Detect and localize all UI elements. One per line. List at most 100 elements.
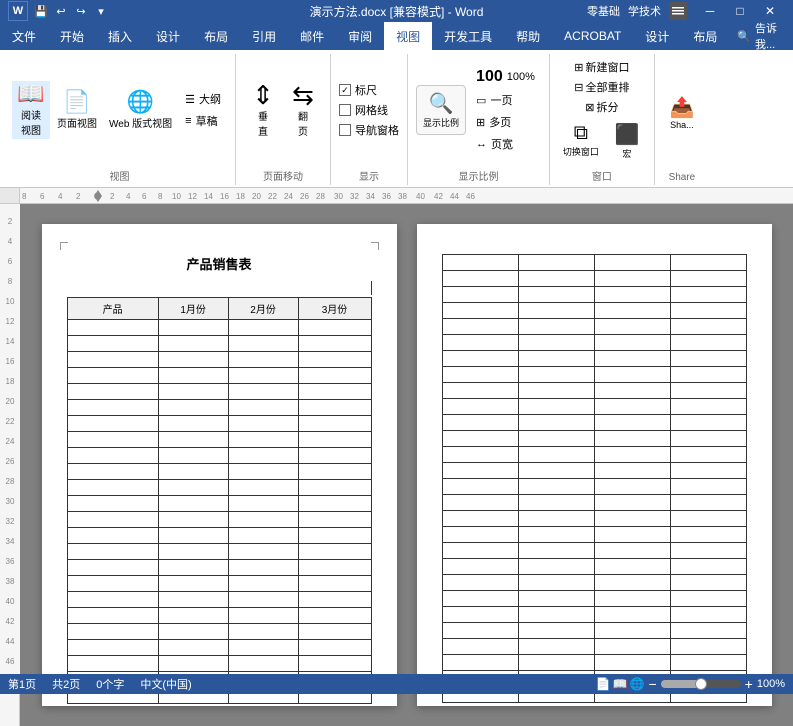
tab-table-layout[interactable]: 布局 xyxy=(681,22,729,50)
svg-text:32: 32 xyxy=(6,517,15,526)
tab-help[interactable]: 帮助 xyxy=(504,22,552,50)
title-bar-left: W 💾 ↩ ↪ ▾ xyxy=(8,1,110,21)
table-row xyxy=(442,527,746,543)
print-view-icon[interactable]: 📄 xyxy=(596,677,611,691)
table-row xyxy=(442,495,746,511)
page-corner-tr xyxy=(371,242,379,250)
svg-text:36: 36 xyxy=(382,192,391,201)
web-view-label: Web 版式视图 xyxy=(109,115,172,130)
tab-table-design[interactable]: 设计 xyxy=(633,22,681,50)
tab-design[interactable]: 设计 xyxy=(144,22,192,50)
zoom-group-label: 显示比例 xyxy=(458,166,498,185)
tab-insert[interactable]: 插入 xyxy=(96,22,144,50)
window-controls: ─ □ ✕ xyxy=(695,0,785,22)
ruler-checkbox-box[interactable] xyxy=(339,84,351,96)
svg-text:14: 14 xyxy=(6,337,15,346)
svg-text:8: 8 xyxy=(8,277,13,286)
svg-text:16: 16 xyxy=(220,192,229,201)
tab-review[interactable]: 审阅 xyxy=(336,22,384,50)
customize-quick-access-button[interactable]: ▾ xyxy=(92,2,110,20)
header-jan: 1月份 xyxy=(158,298,228,320)
maximize-button[interactable]: □ xyxy=(725,0,755,22)
account-link[interactable]: 零基础 xyxy=(587,3,620,19)
svg-text:20: 20 xyxy=(6,397,15,406)
window-buttons: ⊞ 新建窗口 ⊟ 全部重排 ⊠ 拆分 xyxy=(570,54,633,120)
tab-file[interactable]: 文件 xyxy=(0,22,48,50)
tab-references[interactable]: 引用 xyxy=(240,22,288,50)
svg-text:8: 8 xyxy=(158,192,163,201)
multi-page-button[interactable]: ⊞ 多页 xyxy=(470,112,517,132)
nav-pane-checkbox[interactable]: 导航窗格 xyxy=(339,122,399,138)
web-view-button[interactable]: 🌐 Web 版式视图 xyxy=(104,89,177,132)
gridlines-checkbox[interactable]: 网格线 xyxy=(339,102,399,118)
ruler-area: 8 6 4 2 0 2 4 6 8 10 12 14 16 18 20 22 2… xyxy=(0,188,793,204)
svg-text:40: 40 xyxy=(416,192,425,201)
arrange-all-button[interactable]: ⊟ 全部重排 xyxy=(570,78,633,96)
read-mode-icon[interactable]: 📖 xyxy=(613,677,628,691)
ruler-checkbox-label: 标尺 xyxy=(355,82,377,98)
tab-developer[interactable]: 开发工具 xyxy=(432,22,504,50)
one-page-icon: ▭ xyxy=(476,94,486,107)
table-row xyxy=(442,287,746,303)
web-view-icon-status[interactable]: 🌐 xyxy=(630,677,645,691)
outline-view-button[interactable]: ☰ 大纲 xyxy=(179,89,227,109)
macro-button[interactable]: ⬛ 宏 xyxy=(608,120,646,162)
new-window-icon: ⊞ xyxy=(574,61,583,74)
read-view-button[interactable]: 📖 阅读视图 xyxy=(12,81,50,139)
gridlines-checkbox-label: 网格线 xyxy=(355,102,388,118)
svg-text:8: 8 xyxy=(22,192,27,201)
tab-acrobat[interactable]: ACROBAT xyxy=(552,22,633,50)
zoom-slider-thumb[interactable] xyxy=(695,678,707,690)
zoom-percentage[interactable]: 100% xyxy=(757,678,785,690)
vertical-scroll-button[interactable]: ⇕ 垂直 xyxy=(244,80,282,140)
undo-button[interactable]: ↩ xyxy=(52,2,70,20)
table-row xyxy=(67,640,371,656)
document-area[interactable]: 产品销售表 产品 1月份 2月份 3月份 xyxy=(20,204,793,726)
learn-link[interactable]: 学技术 xyxy=(628,3,661,19)
tab-mailings[interactable]: 邮件 xyxy=(288,22,336,50)
zoom-options: 100 100% ▭ 一页 ⊞ 多页 ↔ 页宽 xyxy=(470,66,541,154)
zoom-100-button[interactable]: 100 100% xyxy=(470,66,541,88)
new-window-label: 新建窗口 xyxy=(586,59,630,75)
ribbon-collapse-icon[interactable] xyxy=(669,2,687,20)
switch-window-button[interactable]: ⧉ 切换窗口 xyxy=(558,120,604,162)
one-page-button[interactable]: ▭ 一页 xyxy=(470,90,518,110)
table-row xyxy=(442,303,746,319)
split-button[interactable]: ⊠ 拆分 xyxy=(581,98,622,116)
close-button[interactable]: ✕ xyxy=(755,0,785,22)
tell-me-area: 🔍 告诉我... xyxy=(729,22,793,50)
show-options: 标尺 网格线 导航窗格 xyxy=(339,78,399,142)
zoom-controls: 📄 📖 🌐 − + 100% xyxy=(596,676,785,692)
tab-view[interactable]: 视图 xyxy=(384,22,432,50)
zoom-minus[interactable]: − xyxy=(648,676,656,692)
gridlines-checkbox-box[interactable] xyxy=(339,104,351,116)
page-flip-button[interactable]: ⇆ 翻页 xyxy=(284,80,322,140)
page-width-button[interactable]: ↔ 页宽 xyxy=(470,134,519,154)
new-window-button[interactable]: ⊞ 新建窗口 xyxy=(570,58,633,76)
ruler-checkbox[interactable]: 标尺 xyxy=(339,82,399,98)
svg-text:38: 38 xyxy=(398,192,407,201)
minimize-button[interactable]: ─ xyxy=(695,0,725,22)
cursor-position xyxy=(67,281,372,295)
table-row xyxy=(442,255,746,271)
ribbon-group-page-move: ⇕ 垂直 ⇆ 翻页 页面移动 xyxy=(236,54,331,185)
zoom-slider[interactable] xyxy=(661,680,741,688)
zoom-plus[interactable]: + xyxy=(745,676,753,692)
table-row xyxy=(67,320,371,336)
outline-label: 大纲 xyxy=(199,91,221,107)
draft-icon: ≡ xyxy=(185,115,191,127)
svg-text:14: 14 xyxy=(204,192,213,201)
save-button[interactable]: 💾 xyxy=(32,2,50,20)
nav-pane-checkbox-box[interactable] xyxy=(339,124,351,136)
tell-me-input[interactable]: 告诉我... xyxy=(755,20,785,52)
redo-button[interactable]: ↪ xyxy=(72,2,90,20)
draft-view-button[interactable]: ≡ 草稿 xyxy=(179,111,227,131)
header-product: 产品 xyxy=(67,298,158,320)
svg-text:30: 30 xyxy=(6,497,15,506)
tab-home[interactable]: 开始 xyxy=(48,22,96,50)
share-button[interactable]: 📤 Sha... xyxy=(663,93,701,132)
page-view-button[interactable]: 📄 页面视图 xyxy=(52,89,102,132)
zoom-button[interactable]: 🔍 显示比例 xyxy=(416,85,466,135)
tab-layout[interactable]: 布局 xyxy=(192,22,240,50)
table-row xyxy=(442,383,746,399)
